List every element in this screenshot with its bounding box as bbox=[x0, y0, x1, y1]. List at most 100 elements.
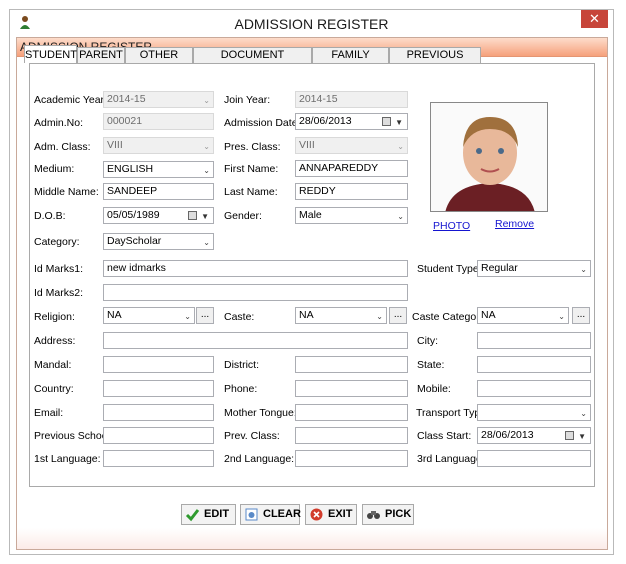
class-start-value: 28/06/2013 bbox=[481, 429, 534, 441]
prev-class-field[interactable] bbox=[295, 427, 408, 444]
chevron-down-icon: ⌄ bbox=[580, 265, 587, 274]
previous-school-field[interactable] bbox=[103, 427, 214, 444]
country-label: Country: bbox=[34, 383, 74, 395]
address-field[interactable] bbox=[103, 332, 408, 349]
country-field[interactable] bbox=[103, 380, 214, 397]
edit-button-label: EDIT bbox=[204, 508, 230, 520]
caste-browse-button[interactable]: ... bbox=[389, 307, 407, 324]
pick-button[interactable]: PICK bbox=[362, 504, 414, 525]
join-year-label: Join Year: bbox=[224, 94, 271, 106]
chevron-down-icon[interactable]: ▼ bbox=[395, 115, 403, 129]
caste-select[interactable]: NA ⌄ bbox=[295, 307, 387, 324]
id-marks1-field[interactable]: new idmarks bbox=[103, 260, 408, 277]
transport-type-select[interactable]: ⌄ bbox=[477, 404, 591, 421]
previous-school-label: Previous School: bbox=[34, 430, 113, 442]
adm-class-select[interactable]: VIII ⌄ bbox=[103, 137, 214, 154]
last-name-field[interactable]: REDDY bbox=[295, 183, 408, 200]
second-language-field[interactable] bbox=[295, 450, 408, 467]
chevron-down-icon: ⌄ bbox=[376, 312, 383, 321]
religion-label: Religion: bbox=[34, 311, 75, 323]
child-portrait-image bbox=[431, 103, 547, 211]
admin-no-field[interactable]: 000021 bbox=[103, 113, 214, 130]
admission-date-picker[interactable]: 28/06/2013 ▼ bbox=[295, 113, 408, 130]
category-select[interactable]: DayScholar ⌄ bbox=[103, 233, 214, 250]
transport-type-label: Transport Type bbox=[416, 407, 487, 419]
email-label: Email: bbox=[34, 407, 64, 419]
tab-document-submitted[interactable]: DOCUMENT SUBMITTED bbox=[193, 47, 312, 76]
first-language-field[interactable] bbox=[103, 450, 214, 467]
tab-student[interactable]: STUDENT bbox=[24, 45, 77, 63]
photo-link[interactable]: PHOTO bbox=[433, 220, 470, 232]
admin-no-label: Admin.No: bbox=[34, 117, 84, 129]
address-label: Address: bbox=[34, 335, 76, 347]
caste-category-select[interactable]: NA ⌄ bbox=[477, 307, 569, 324]
state-label: State: bbox=[417, 359, 445, 371]
city-field[interactable] bbox=[477, 332, 591, 349]
prev-class-label: Prev. Class: bbox=[224, 430, 280, 442]
id-marks2-field[interactable] bbox=[103, 284, 408, 301]
first-name-field[interactable]: ANNAPAREDDY bbox=[295, 160, 408, 177]
clear-button-label: CLEAR bbox=[263, 508, 301, 520]
clear-icon bbox=[245, 508, 258, 521]
exit-button[interactable]: EXIT bbox=[305, 504, 357, 525]
mobile-label: Mobile: bbox=[417, 383, 451, 395]
edit-button[interactable]: EDIT bbox=[181, 504, 236, 525]
calendar-icon[interactable] bbox=[565, 431, 574, 440]
close-button[interactable]: ✕ bbox=[581, 10, 608, 28]
third-language-label: 3rd Language: bbox=[417, 453, 485, 465]
mother-tongue-field[interactable] bbox=[295, 404, 408, 421]
first-language-label: 1st Language: bbox=[34, 453, 101, 465]
clear-button[interactable]: CLEAR bbox=[240, 504, 301, 525]
state-field[interactable] bbox=[477, 356, 591, 373]
tab-parent[interactable]: PARENT bbox=[77, 47, 125, 63]
district-label: District: bbox=[224, 359, 259, 371]
exit-button-label: EXIT bbox=[328, 508, 353, 520]
calendar-icon[interactable] bbox=[188, 211, 197, 220]
chevron-down-icon[interactable]: ▼ bbox=[578, 429, 586, 443]
first-name-label: First Name: bbox=[224, 163, 279, 175]
class-start-date-picker[interactable]: 28/06/2013 ▼ bbox=[477, 427, 591, 444]
join-year-field[interactable]: 2014-15 bbox=[295, 91, 408, 108]
religion-browse-button[interactable]: ... bbox=[196, 307, 214, 324]
mandal-label: Mandal: bbox=[34, 359, 72, 371]
calendar-icon[interactable] bbox=[382, 117, 391, 126]
dob-date-picker[interactable]: 05/05/1989 ▼ bbox=[103, 207, 214, 224]
city-label: City: bbox=[417, 335, 438, 347]
caste-category-browse-button[interactable]: ... bbox=[572, 307, 590, 324]
chevron-down-icon: ⌄ bbox=[203, 166, 210, 175]
title-bar: ADMISSION REGISTER ✕ bbox=[10, 10, 613, 36]
last-name-label: Last Name: bbox=[224, 186, 278, 198]
phone-field[interactable] bbox=[295, 380, 408, 397]
chevron-down-icon[interactable]: ▼ bbox=[201, 209, 209, 223]
pres-class-value: VIII bbox=[299, 139, 315, 151]
pres-class-select[interactable]: VIII ⌄ bbox=[295, 137, 408, 154]
checkmark-icon bbox=[185, 509, 200, 522]
student-type-select[interactable]: Regular ⌄ bbox=[477, 260, 591, 277]
remove-photo-link[interactable]: Remove bbox=[495, 218, 534, 230]
district-field[interactable] bbox=[295, 356, 408, 373]
tab-previous-study[interactable]: PREVIOUS STUDY bbox=[389, 47, 481, 76]
chevron-down-icon: ⌄ bbox=[203, 238, 210, 247]
medium-select[interactable]: ENGLISH ⌄ bbox=[103, 161, 214, 178]
chevron-down-icon: ⌄ bbox=[203, 142, 210, 151]
middle-name-field[interactable]: SANDEEP bbox=[103, 183, 214, 200]
mobile-field[interactable] bbox=[477, 380, 591, 397]
student-type-label: Student Type: bbox=[417, 263, 482, 275]
admission-date-label: Admission Date: bbox=[224, 117, 301, 129]
third-language-field[interactable] bbox=[477, 450, 591, 467]
academic-year-select[interactable]: 2014-15 ⌄ bbox=[103, 91, 214, 108]
adm-class-value: VIII bbox=[107, 139, 123, 151]
student-photo bbox=[430, 102, 548, 212]
gender-select[interactable]: Male ⌄ bbox=[295, 207, 408, 224]
religion-select[interactable]: NA ⌄ bbox=[103, 307, 195, 324]
academic-year-label: Academic Year: bbox=[34, 94, 107, 106]
medium-label: Medium: bbox=[34, 163, 75, 175]
email-field[interactable] bbox=[103, 404, 214, 421]
tab-family-photo[interactable]: FAMILY PHOTO bbox=[312, 47, 389, 76]
phone-label: Phone: bbox=[224, 383, 258, 395]
religion-value: NA bbox=[107, 309, 122, 321]
mandal-field[interactable] bbox=[103, 356, 214, 373]
student-type-value: Regular bbox=[481, 262, 518, 274]
chevron-down-icon: ⌄ bbox=[397, 142, 404, 151]
tab-other-info[interactable]: OTHER INFO bbox=[125, 47, 193, 76]
